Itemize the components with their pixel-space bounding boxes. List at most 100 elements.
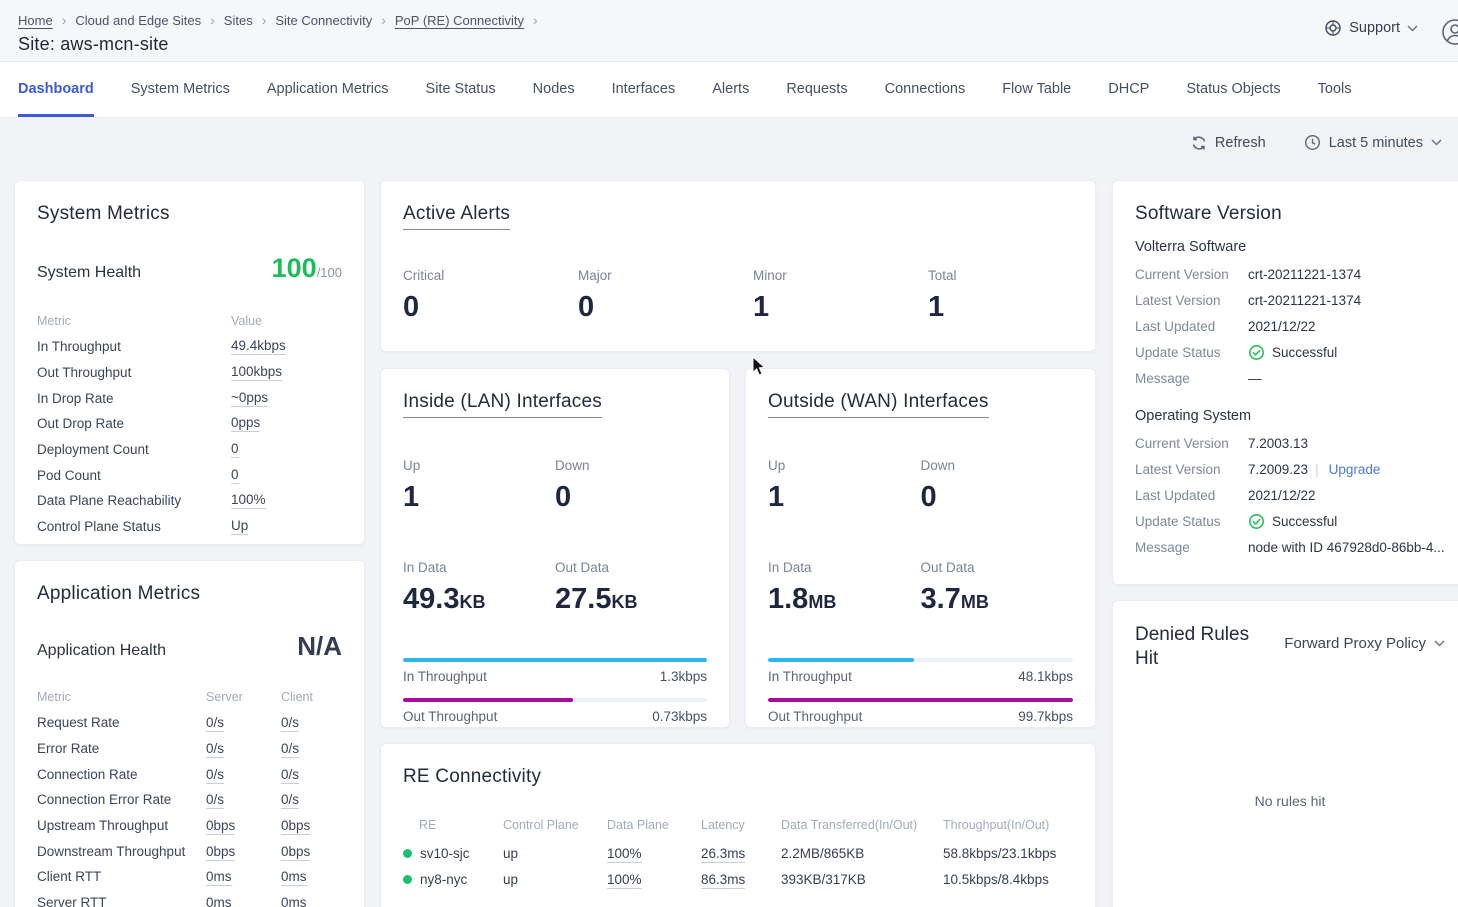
server-value-link[interactable]: 0bps [206,844,235,861]
tab-item[interactable]: Nodes [533,62,575,117]
field-label: Message [1135,371,1248,386]
server-value-link[interactable]: 0ms [206,869,232,886]
metric-value-link[interactable]: Up [231,518,248,535]
support-menu[interactable]: Support [1324,19,1418,37]
in-throughput-value: 1.3kbps [660,669,707,684]
policy-selector[interactable]: Forward Proxy Policy [1284,635,1445,652]
client-value-link[interactable]: 0ms [281,895,307,907]
server-value-link[interactable]: 0/s [206,741,224,758]
dashboard-toolbar: Refresh Last 5 minutes [1191,134,1442,151]
metric-value-link[interactable]: 0 [231,441,239,458]
metric-value-link[interactable]: 0pps [231,415,260,432]
metric-label: Out Throughput [37,365,231,380]
upgrade-link[interactable]: Upgrade [1315,462,1380,477]
denied-rules-card: Denied Rules Hit Forward Proxy Policy No… [1112,600,1458,907]
breadcrumb-link[interactable]: Home [18,12,75,28]
latency-link[interactable]: 86.3ms [701,872,745,889]
breadcrumb-link[interactable]: PoP (RE) Connectivity [395,12,547,28]
client-value-link[interactable]: 0bps [281,844,310,861]
in-throughput-bar [768,658,914,662]
alert-stat-label: Major [578,268,753,283]
metric-value-link[interactable]: ~0pps [231,390,268,407]
metric-value-link[interactable]: 0 [231,467,239,484]
app-viewport: Home Cloud and Edge Sites Sites Site Con… [0,0,1458,907]
client-value-link[interactable]: 0/s [281,715,299,732]
in-data-value: 1.8 [768,583,808,615]
refresh-button[interactable]: Refresh [1191,135,1266,151]
server-value-link[interactable]: 0/s [206,792,224,809]
breadcrumb-link[interactable]: Site Connectivity [275,12,395,28]
tab-item[interactable]: Tools [1318,62,1352,117]
in-data-value: 49.3 [403,583,459,615]
alert-stat-value: 0 [578,291,753,324]
tab-item[interactable]: Flow Table [1002,62,1071,117]
in-data-unit: KB [459,592,485,612]
operating-system-heading: Operating System [1135,408,1445,424]
latest-version-value: 7.2009.23 [1248,462,1308,477]
in-throughput-label: In Throughput [403,669,487,684]
update-status-value: Successful [1272,514,1337,529]
server-value-link[interactable]: 0bps [206,818,235,835]
tab-item[interactable]: Application Metrics [267,62,389,117]
top-header: Home Cloud and Edge Sites Sites Site Con… [0,0,1458,62]
field-label: Last Updated [1135,319,1248,334]
column-header-server: Server [206,690,281,704]
breadcrumb-link[interactable]: Cloud and Edge Sites [75,12,223,28]
client-value-link[interactable]: 0ms [281,869,307,886]
down-value: 0 [921,481,1074,514]
table-row: Connection Error Rate 0/s 0/s [37,787,342,813]
table-row: Request Rate 0/s 0/s [37,710,342,736]
client-value-link[interactable]: 0/s [281,792,299,809]
table-row: In Throughput 49.4kbps [37,334,342,360]
breadcrumb-link[interactable]: Sites [224,12,276,28]
control-plane-value: up [503,846,607,861]
data-plane-link[interactable]: 100% [607,872,642,889]
tab-item[interactable]: Interfaces [612,62,676,117]
out-throughput-bar [403,698,573,702]
alert-stat: Major 0 [578,268,753,324]
field-label: Update Status [1135,514,1248,529]
table-row: Downstream Throughput 0bps 0bps [37,838,342,864]
tab-item[interactable]: Status Objects [1186,62,1280,117]
table-row: Out Throughput 100kbps [37,360,342,386]
down-label: Down [921,458,1074,473]
tab-item[interactable]: System Metrics [131,62,230,117]
alert-stat: Critical 0 [403,268,578,324]
tab-item[interactable]: Site Status [426,62,496,117]
metric-value-link[interactable]: 100kbps [231,364,282,381]
client-value-link[interactable]: 0/s [281,741,299,758]
time-range-selector[interactable]: Last 5 minutes [1304,134,1442,151]
in-throughput-label: In Throughput [768,669,852,684]
alert-stat-value: 0 [403,291,578,324]
status-dot-green [403,849,412,858]
metric-label: In Throughput [37,339,231,354]
table-row: Connection Rate 0/s 0/s [37,761,342,787]
user-avatar-icon[interactable] [1439,16,1458,48]
message-value: — [1248,371,1262,386]
metric-value-link[interactable]: 100% [231,492,266,509]
server-value-link[interactable]: 0ms [206,895,232,907]
metric-label: Request Rate [37,715,206,730]
data-transferred-value: 393KB/317KB [781,872,943,887]
tab-item[interactable]: DHCP [1108,62,1149,117]
metric-value-link[interactable]: 49.4kbps [231,338,286,355]
denied-rules-title: Denied Rules Hit [1135,623,1265,671]
data-transferred-value: 2.2MB/865KB [781,846,943,861]
alert-stat-label: Minor [753,268,928,283]
active-alerts-title-link[interactable]: Active Alerts [403,203,510,230]
table-row: Server RTT 0ms 0ms [37,890,342,907]
server-value-link[interactable]: 0/s [206,767,224,784]
server-value-link[interactable]: 0/s [206,715,224,732]
inside-lan-title-link[interactable]: Inside (LAN) Interfaces [403,391,602,418]
client-value-link[interactable]: 0/s [281,767,299,784]
system-metrics-title: System Metrics [37,203,342,225]
client-value-link[interactable]: 0bps [281,818,310,835]
tab-item[interactable]: Connections [885,62,966,117]
data-plane-link[interactable]: 100% [607,846,642,863]
latency-link[interactable]: 26.3ms [701,846,745,863]
throughput-bars: In Throughput 1.3kbps Out Throughput 0.7… [403,658,707,724]
tab-item[interactable]: Alerts [712,62,749,117]
tab-item[interactable]: Dashboard [18,62,94,117]
outside-wan-title-link[interactable]: Outside (WAN) Interfaces [768,391,989,418]
tab-item[interactable]: Requests [786,62,847,117]
